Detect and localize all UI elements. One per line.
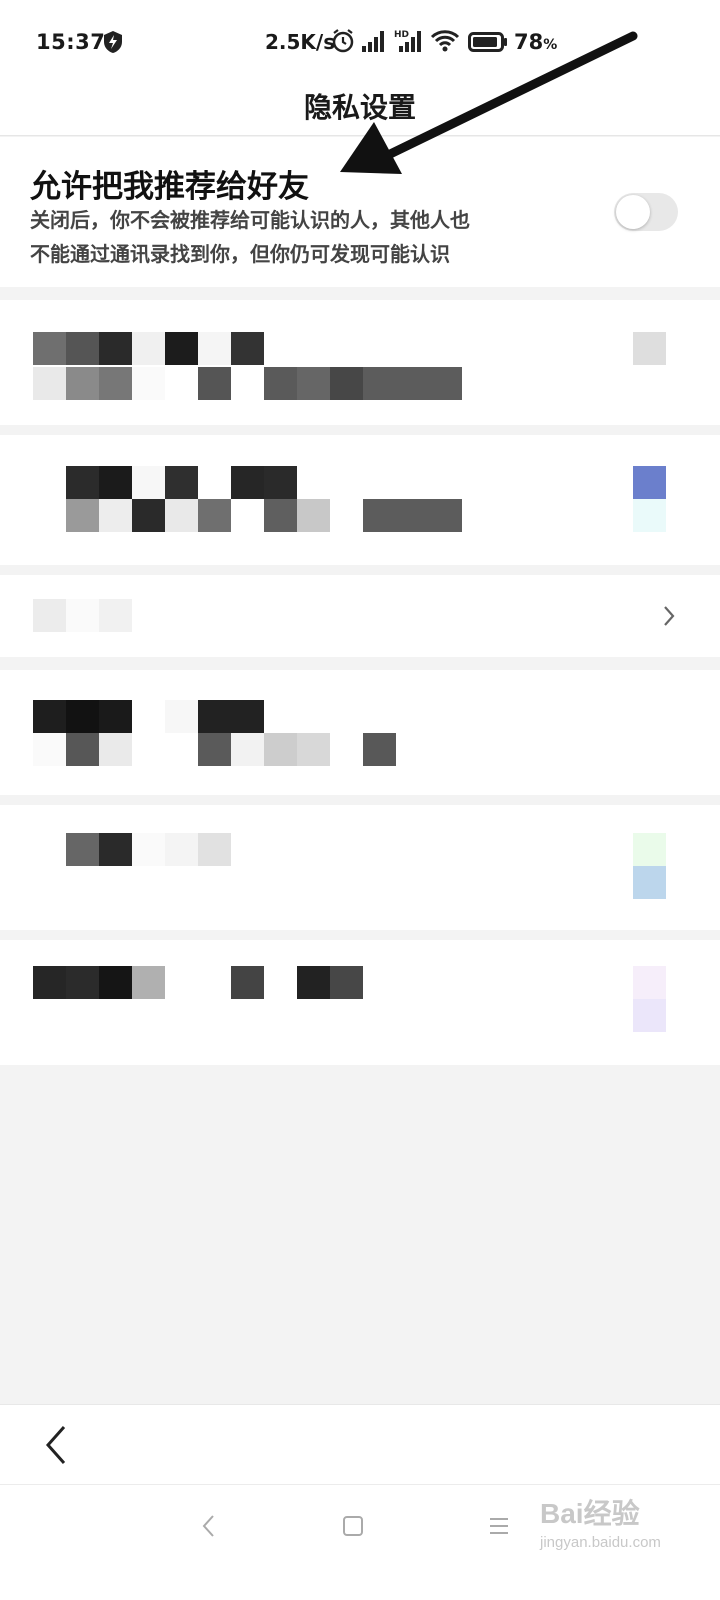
recommend-toggle[interactable] bbox=[614, 193, 678, 231]
signal-icon bbox=[362, 31, 384, 52]
pixelated-title bbox=[66, 466, 297, 499]
pixelated-title bbox=[33, 700, 264, 733]
obscured-navigation-row[interactable] bbox=[0, 575, 720, 657]
chevron-right-icon bbox=[664, 606, 675, 626]
obscured-setting-row[interactable] bbox=[0, 940, 720, 1065]
pixelated-title bbox=[33, 332, 264, 365]
pixelated-description bbox=[66, 499, 462, 532]
pixelated-title bbox=[66, 833, 231, 866]
alarm-icon bbox=[332, 29, 354, 53]
obscured-setting-row[interactable] bbox=[0, 805, 720, 930]
pixelated-toggle[interactable] bbox=[633, 833, 666, 899]
baidu-watermark: Bai经验 jingyan.baidu.com bbox=[540, 1498, 661, 1551]
network-speed: 2.5K/s bbox=[265, 30, 336, 54]
shield-bolt-icon bbox=[104, 31, 122, 53]
pixelated-toggle[interactable] bbox=[633, 966, 666, 1032]
pixelated-toggle[interactable] bbox=[633, 466, 666, 532]
obscured-setting-row[interactable] bbox=[0, 300, 720, 425]
home-icon[interactable] bbox=[342, 1513, 364, 1539]
wifi-icon bbox=[430, 30, 460, 52]
obscured-setting-row[interactable] bbox=[0, 435, 720, 565]
setting-title: 允许把我推荐给好友 bbox=[30, 169, 309, 205]
setting-description: 关闭后，你不会被推荐给可能认识的人，其他人也 不能通过通讯录找到你，但你仍可发现… bbox=[30, 208, 470, 266]
svg-text:HD: HD bbox=[394, 30, 409, 40]
battery-level: 78% bbox=[514, 30, 558, 54]
pixelated-title bbox=[33, 599, 132, 632]
hd-signal-icon: HD bbox=[394, 30, 421, 52]
toggle-knob bbox=[616, 195, 650, 229]
page-title: 隐私设置 bbox=[303, 91, 416, 124]
pixelated-toggle[interactable] bbox=[633, 332, 666, 365]
app-bottom-bar bbox=[0, 1404, 720, 1484]
pixelated-title bbox=[33, 966, 363, 999]
header: 隐私设置 bbox=[0, 86, 720, 136]
status-time: 15:37 bbox=[36, 30, 106, 54]
pixelated-description bbox=[33, 367, 462, 400]
obscured-setting-row[interactable] bbox=[0, 670, 720, 795]
status-bar: 15:37 2.5K/s HD 78% bbox=[0, 0, 720, 86]
menu-icon[interactable] bbox=[488, 1513, 510, 1539]
pixelated-description bbox=[33, 733, 396, 766]
back-icon[interactable] bbox=[200, 1513, 218, 1539]
chevron-left-icon[interactable] bbox=[40, 1423, 74, 1467]
battery-icon bbox=[468, 32, 507, 52]
recommend-setting-row[interactable]: 允许把我推荐给好友 关闭后，你不会被推荐给可能认识的人，其他人也 不能通过通讯录… bbox=[0, 137, 720, 287]
